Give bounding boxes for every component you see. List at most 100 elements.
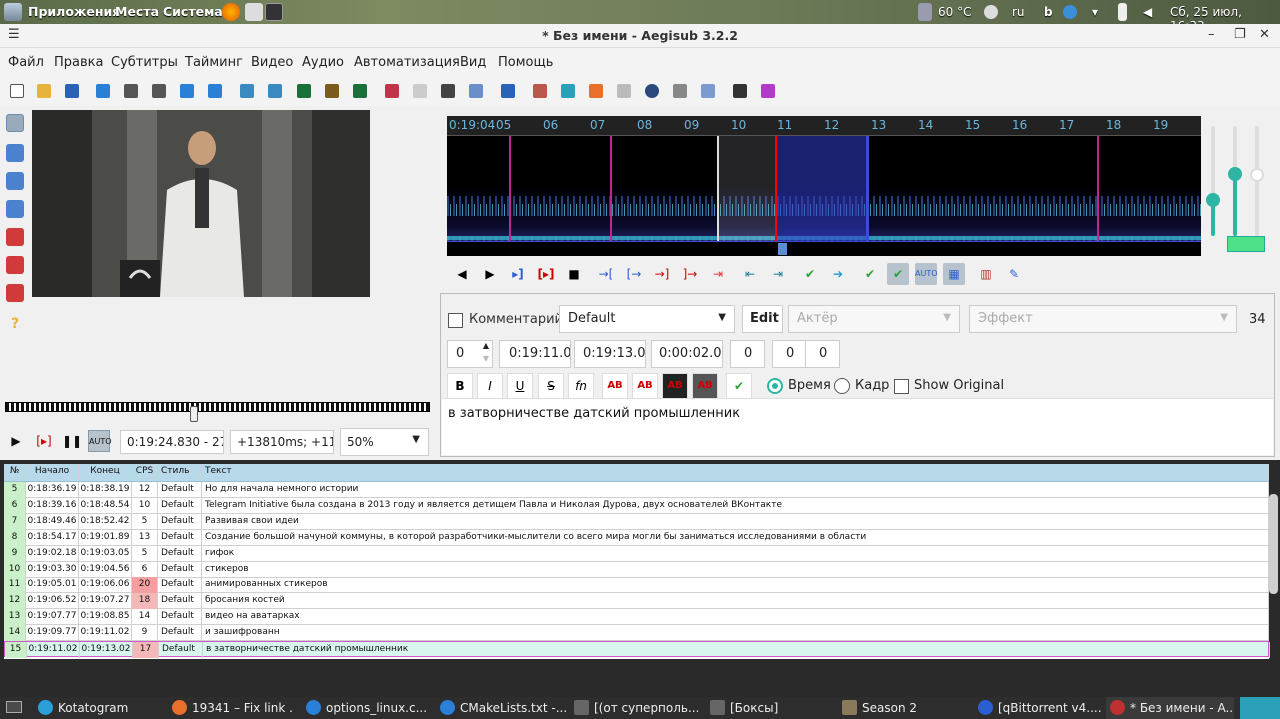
text-area[interactable]: в затворничестве датский промышленник <box>442 398 1273 455</box>
shift-times-icon[interactable] <box>240 84 254 98</box>
style-select[interactable]: Default ▼ <box>559 305 735 333</box>
karaoke-icon[interactable]: ▥ <box>975 263 997 285</box>
network-icon[interactable] <box>984 5 998 19</box>
files-icon[interactable] <box>245 3 263 21</box>
taskbar-item-season[interactable]: Season 2 <box>838 697 966 719</box>
cross-tool-icon[interactable] <box>6 114 24 132</box>
comment-checkbox[interactable] <box>448 313 463 328</box>
audio-scroll-thumb[interactable] <box>778 243 787 255</box>
commit-button[interactable]: ✔ <box>726 373 752 399</box>
spell-check-icon[interactable] <box>561 84 575 98</box>
link-toggle-icon[interactable] <box>1227 236 1265 252</box>
volume-icon[interactable]: ◀ <box>1143 5 1152 19</box>
places-menu[interactable]: Места <box>115 4 159 19</box>
time-radio[interactable] <box>767 378 783 394</box>
zoom-in-icon[interactable] <box>124 84 138 98</box>
table-row[interactable]: 7 0:18:49.46 0:18:52.42 5 Default Развивая св… <box>4 513 1269 530</box>
prev-line-icon[interactable]: ◀ <box>451 263 473 285</box>
taskbar-item-aegisub[interactable]: * Без имени - A... <box>1106 697 1234 719</box>
taskbar-item-vscode-2[interactable]: CMakeLists.txt -... <box>436 697 570 719</box>
primary-color-button[interactable]: AB <box>602 373 628 399</box>
lead-out-icon[interactable]: ⇥ <box>767 263 789 285</box>
table-row[interactable]: 6 0:18:39.16 0:18:48.54 10 Default Telegram I… <box>4 497 1269 514</box>
timing-post-icon[interactable] <box>268 84 282 98</box>
snap-start-icon[interactable] <box>180 84 194 98</box>
menu-timing[interactable]: Тайминг <box>185 55 243 70</box>
macro-icon[interactable] <box>761 84 775 98</box>
select-lines-icon[interactable] <box>617 84 631 98</box>
translation-icon[interactable] <box>533 84 547 98</box>
resolution-icon[interactable] <box>297 84 311 98</box>
bitcoin-icon[interactable]: b <box>1044 5 1053 19</box>
shadow-color-button[interactable]: AB <box>692 373 718 399</box>
minimize-icon[interactable]: – <box>1208 27 1215 42</box>
visual-typesetting-icon[interactable] <box>589 84 603 98</box>
taskbar-item-firefox[interactable]: 19341 – Fix link ... <box>168 697 292 719</box>
drag-tool-icon[interactable] <box>6 144 24 162</box>
auto-scroll-audio-icon[interactable]: AUTO <box>915 263 938 285</box>
table-row[interactable]: 5 0:18:36.19 0:18:38.19 12 Default Но для нач… <box>4 482 1269 498</box>
video-offset-field[interactable]: +13810ms; +1181( <box>230 430 334 454</box>
taskbar-item-window-1[interactable]: [(от суперполь... <box>570 697 698 719</box>
maximize-icon[interactable]: ❐ <box>1234 27 1246 42</box>
rotate-z-icon[interactable] <box>6 172 24 190</box>
menu-subtitles[interactable]: Субтитры <box>111 55 178 70</box>
styles-manager-icon[interactable] <box>325 84 339 98</box>
strikeout-button[interactable]: S <box>538 373 564 399</box>
next-line-icon[interactable]: ▶ <box>479 263 501 285</box>
open-file-icon[interactable] <box>37 84 51 98</box>
taskbar-item-qbittorrent[interactable]: [qBittorrent v4.... <box>974 697 1102 719</box>
table-row[interactable]: 15 0:19:11.02 0:19:13.02 17 Default в затворн… <box>4 641 1270 658</box>
show-desktop-icon[interactable] <box>6 701 22 713</box>
font-button[interactable]: fn <box>568 373 594 399</box>
actor-field[interactable]: Актёр ▼ <box>788 305 960 333</box>
effect-field[interactable]: Эффект ▼ <box>969 305 1237 333</box>
duration-field[interactable]: 0:00:02.00 <box>651 340 723 368</box>
menu-help[interactable]: Помощь <box>498 55 553 70</box>
margin-right-field[interactable]: 0 <box>772 340 807 368</box>
pause-icon[interactable]: ❚❚ <box>61 430 83 452</box>
margin-left-field[interactable]: 0 <box>730 340 765 368</box>
table-row[interactable]: 10 0:19:03.30 0:19:04.56 6 Default стикеров <box>4 561 1269 578</box>
current-line-region[interactable] <box>775 136 869 241</box>
menu-view[interactable]: Вид <box>460 55 486 70</box>
audio-scrollbar[interactable] <box>447 241 1201 256</box>
commit-icon[interactable]: ✔ <box>799 263 821 285</box>
taskbar-item-vscode-1[interactable]: options_linux.c... <box>302 697 426 719</box>
find-icon[interactable] <box>469 84 483 98</box>
trash-icon[interactable] <box>1240 697 1280 719</box>
table-row[interactable]: 8 0:18:54.17 0:19:01.89 13 Default Создание б… <box>4 529 1269 546</box>
play-line-icon[interactable]: [▸] <box>33 430 55 452</box>
link-knob[interactable] <box>1250 168 1264 182</box>
menu-automation[interactable]: Автоматизация <box>354 55 460 70</box>
timer-icon[interactable] <box>645 84 659 98</box>
bold-button[interactable]: B <box>447 373 473 399</box>
save-icon[interactable] <box>65 84 79 98</box>
taskbar-item-kotatogram[interactable]: Kotatogram <box>34 697 158 719</box>
properties-icon[interactable] <box>413 84 427 98</box>
auto-commit-icon[interactable]: ✔ <box>859 263 881 285</box>
play-before-icon[interactable]: →[ <box>595 263 617 285</box>
system-menu[interactable]: Система <box>163 4 223 19</box>
video-display[interactable] <box>32 110 370 297</box>
outline-color-button[interactable]: AB <box>662 373 688 399</box>
table-row[interactable]: 14 0:19:09.77 0:19:11.02 9 Default и зашифров… <box>4 625 1269 642</box>
scale-tool-icon[interactable] <box>6 228 24 246</box>
table-row[interactable]: 9 0:19:02.18 0:19:03.05 5 Default гифок <box>4 545 1269 562</box>
italic-button[interactable]: I <box>477 373 503 399</box>
sync-icon[interactable] <box>1063 5 1077 19</box>
clip-tool-icon[interactable] <box>6 256 24 274</box>
lead-in-icon[interactable]: ⇤ <box>739 263 761 285</box>
vector-clip-icon[interactable] <box>6 284 24 302</box>
new-file-icon[interactable] <box>10 84 24 98</box>
video-time-field[interactable]: 0:19:24.830 - 279 <box>120 430 224 454</box>
zoom-select[interactable]: 50% ▼ <box>340 428 429 456</box>
auto-scroll-icon[interactable]: AUTO <box>88 430 112 452</box>
karaoke-edit-icon[interactable]: ✎ <box>1003 263 1025 285</box>
rotate-xy-icon[interactable] <box>6 200 24 218</box>
layer-spinner[interactable]: 0 ▲ ▼ <box>447 340 493 368</box>
automation-icon[interactable] <box>673 84 687 98</box>
play-icon[interactable]: ▶ <box>5 430 27 452</box>
snap-end-icon[interactable] <box>208 84 222 98</box>
stop-icon[interactable]: ■ <box>563 263 585 285</box>
